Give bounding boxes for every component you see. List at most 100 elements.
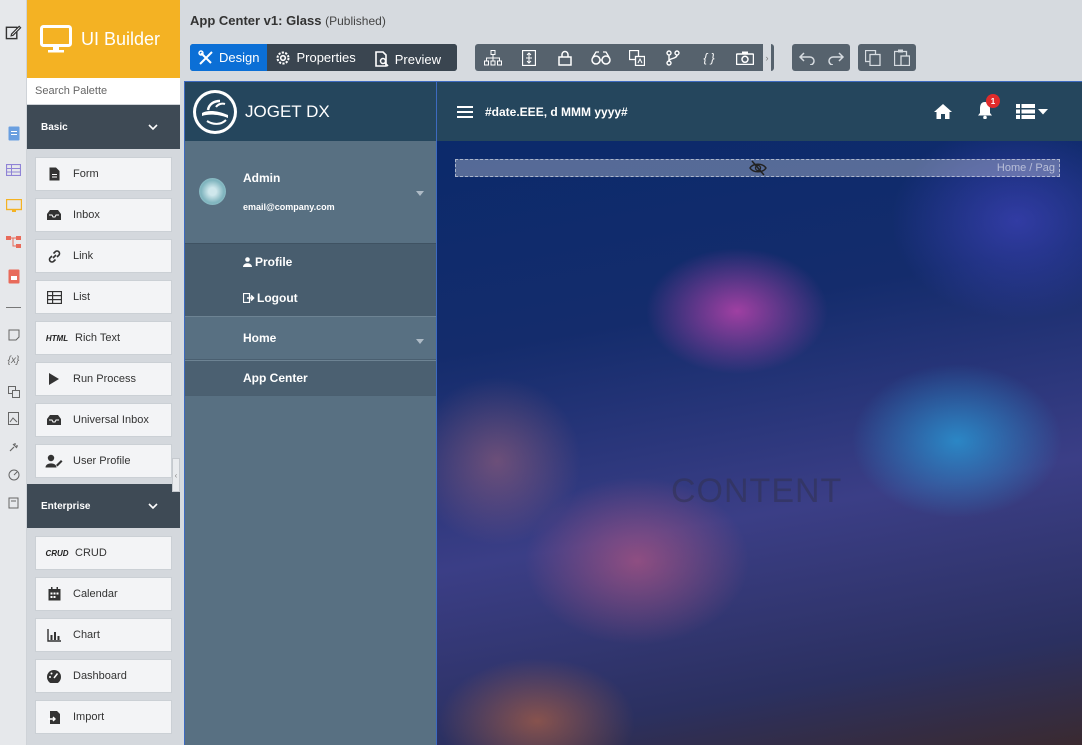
undo-icon[interactable] [792, 44, 821, 71]
edit-icon[interactable] [5, 23, 22, 40]
code-braces-icon[interactable]: { } [691, 44, 727, 71]
html-icon: HTML [45, 333, 69, 343]
list-menu-button[interactable] [1016, 104, 1048, 119]
menu-item-profile[interactable]: Profile [185, 244, 436, 280]
nav-actions: 1 [934, 94, 1048, 122]
monitor-icon [40, 25, 72, 53]
process-icon[interactable] [5, 233, 22, 250]
palette-item-rich-text[interactable]: HTML Rich Text [35, 321, 172, 355]
app-top-nav: #date.EEE, d MMM yyyy# 1 [437, 81, 1082, 141]
notification-badge: 1 [986, 94, 1000, 108]
palette: Basic Form Inbox Link List HTMLRich Text… [27, 78, 180, 745]
history-toolbar [792, 44, 850, 71]
date-display: #date.EEE, d MMM yyyy# [485, 104, 628, 119]
camera-icon[interactable] [727, 44, 763, 71]
translate-icon[interactable] [619, 44, 655, 71]
doc-icon[interactable] [5, 494, 22, 511]
category-basic[interactable]: Basic [27, 105, 180, 149]
hamburger-icon[interactable] [457, 105, 473, 118]
search-palette-input[interactable] [35, 85, 175, 97]
variable-icon[interactable]: {x} [5, 352, 22, 369]
gear-icon [276, 51, 290, 64]
user-panel[interactable]: Admin email@company.com [185, 141, 436, 243]
status-label: (Published) [325, 14, 386, 28]
content-placeholder-label: CONTENT [671, 472, 843, 510]
toolbar-overflow-chevron[interactable]: › [763, 44, 771, 71]
copy-icon[interactable] [858, 44, 887, 71]
enterprise-items: CRUD CRUD Calendar Chart Dashboard Import [27, 528, 180, 734]
palette-item-import[interactable]: Import [35, 700, 172, 734]
palette-item-form[interactable]: Form [35, 157, 172, 191]
category-label: Enterprise [41, 500, 91, 512]
gauge-icon[interactable] [5, 466, 22, 483]
left-icon-rail: {x} [0, 0, 27, 745]
breadcrumb[interactable]: Home / Pag [455, 159, 1060, 177]
chart-icon [44, 627, 64, 643]
note-icon[interactable] [5, 326, 22, 343]
paste-icon[interactable] [887, 44, 916, 71]
translate-icon[interactable] [5, 383, 22, 400]
tree-icon[interactable] [475, 44, 511, 71]
palette-item-run-process[interactable]: Run Process [35, 362, 172, 396]
binoculars-icon[interactable] [583, 44, 619, 71]
userview-icon[interactable] [5, 197, 22, 214]
design-tab[interactable]: Design [190, 44, 268, 71]
plugin-icon[interactable] [5, 438, 22, 455]
palette-item-dashboard[interactable]: Dashboard [35, 659, 172, 693]
datalist-icon[interactable] [5, 161, 22, 178]
chevron-down-icon [148, 502, 158, 509]
content-area[interactable]: Home / Pag CONTENT [437, 141, 1082, 745]
preview-tab[interactable]: Preview [365, 44, 457, 71]
app-title: App Center v1: Glass [190, 13, 322, 28]
user-edit-icon [44, 453, 64, 469]
dashboard-icon [44, 668, 64, 684]
list-icon [44, 289, 64, 305]
chevron-down-icon [148, 123, 158, 130]
palette-item-chart[interactable]: Chart [35, 618, 172, 652]
properties-tab[interactable]: Properties [267, 44, 366, 71]
rail-divider [6, 307, 21, 308]
menu-item-home[interactable]: Home [185, 316, 436, 360]
palette-item-user-profile[interactable]: User Profile [35, 444, 172, 478]
branch-icon[interactable] [655, 44, 691, 71]
home-icon[interactable] [934, 104, 952, 119]
caret-down-icon [416, 191, 424, 196]
caret-down-icon [1038, 108, 1048, 114]
menu-item-app-center[interactable]: App Center [185, 360, 436, 396]
user-submenu: Profile Logout [185, 243, 436, 316]
form-icon [44, 166, 64, 182]
redo-icon[interactable] [821, 44, 850, 71]
calendar-icon [44, 586, 64, 602]
crud-icon: CRUD [45, 548, 69, 558]
pdf-icon[interactable] [5, 268, 22, 285]
category-label: Basic [41, 121, 68, 133]
category-enterprise[interactable]: Enterprise [27, 484, 180, 528]
palette-item-link[interactable]: Link [35, 239, 172, 273]
page-title: App Center v1: Glass (Published) [190, 13, 386, 28]
notifications-button[interactable]: 1 [976, 94, 1000, 122]
user-icon [243, 257, 252, 267]
eye-slash-icon[interactable] [749, 160, 767, 176]
palette-item-list[interactable]: List [35, 280, 172, 314]
inbox-icon [44, 412, 64, 428]
list-icon [1016, 104, 1035, 119]
tools-toolbar: { } › [475, 44, 774, 71]
clipboard-toolbar [858, 44, 916, 71]
tools-icon [198, 49, 213, 65]
image-icon[interactable] [5, 410, 22, 427]
joget-logo-icon [193, 89, 237, 134]
align-icon[interactable] [511, 44, 547, 71]
palette-item-calendar[interactable]: Calendar [35, 577, 172, 611]
palette-search [27, 78, 180, 105]
palette-collapse-handle[interactable]: ‹ [172, 458, 180, 492]
menu-item-logout[interactable]: Logout [185, 280, 436, 316]
palette-item-universal-inbox[interactable]: Universal Inbox [35, 403, 172, 437]
app-logo[interactable]: JOGET DX [185, 81, 436, 141]
basic-items: Form Inbox Link List HTML Rich Text Run P… [27, 149, 180, 478]
lock-icon[interactable] [547, 44, 583, 71]
palette-item-crud[interactable]: CRUD CRUD [35, 536, 172, 570]
palette-item-inbox[interactable]: Inbox [35, 198, 172, 232]
design-canvas: JOGET DX Admin email@company.com Profile… [184, 81, 1082, 745]
form-icon[interactable] [5, 125, 22, 142]
app-sidebar[interactable]: JOGET DX Admin email@company.com Profile… [184, 81, 437, 745]
